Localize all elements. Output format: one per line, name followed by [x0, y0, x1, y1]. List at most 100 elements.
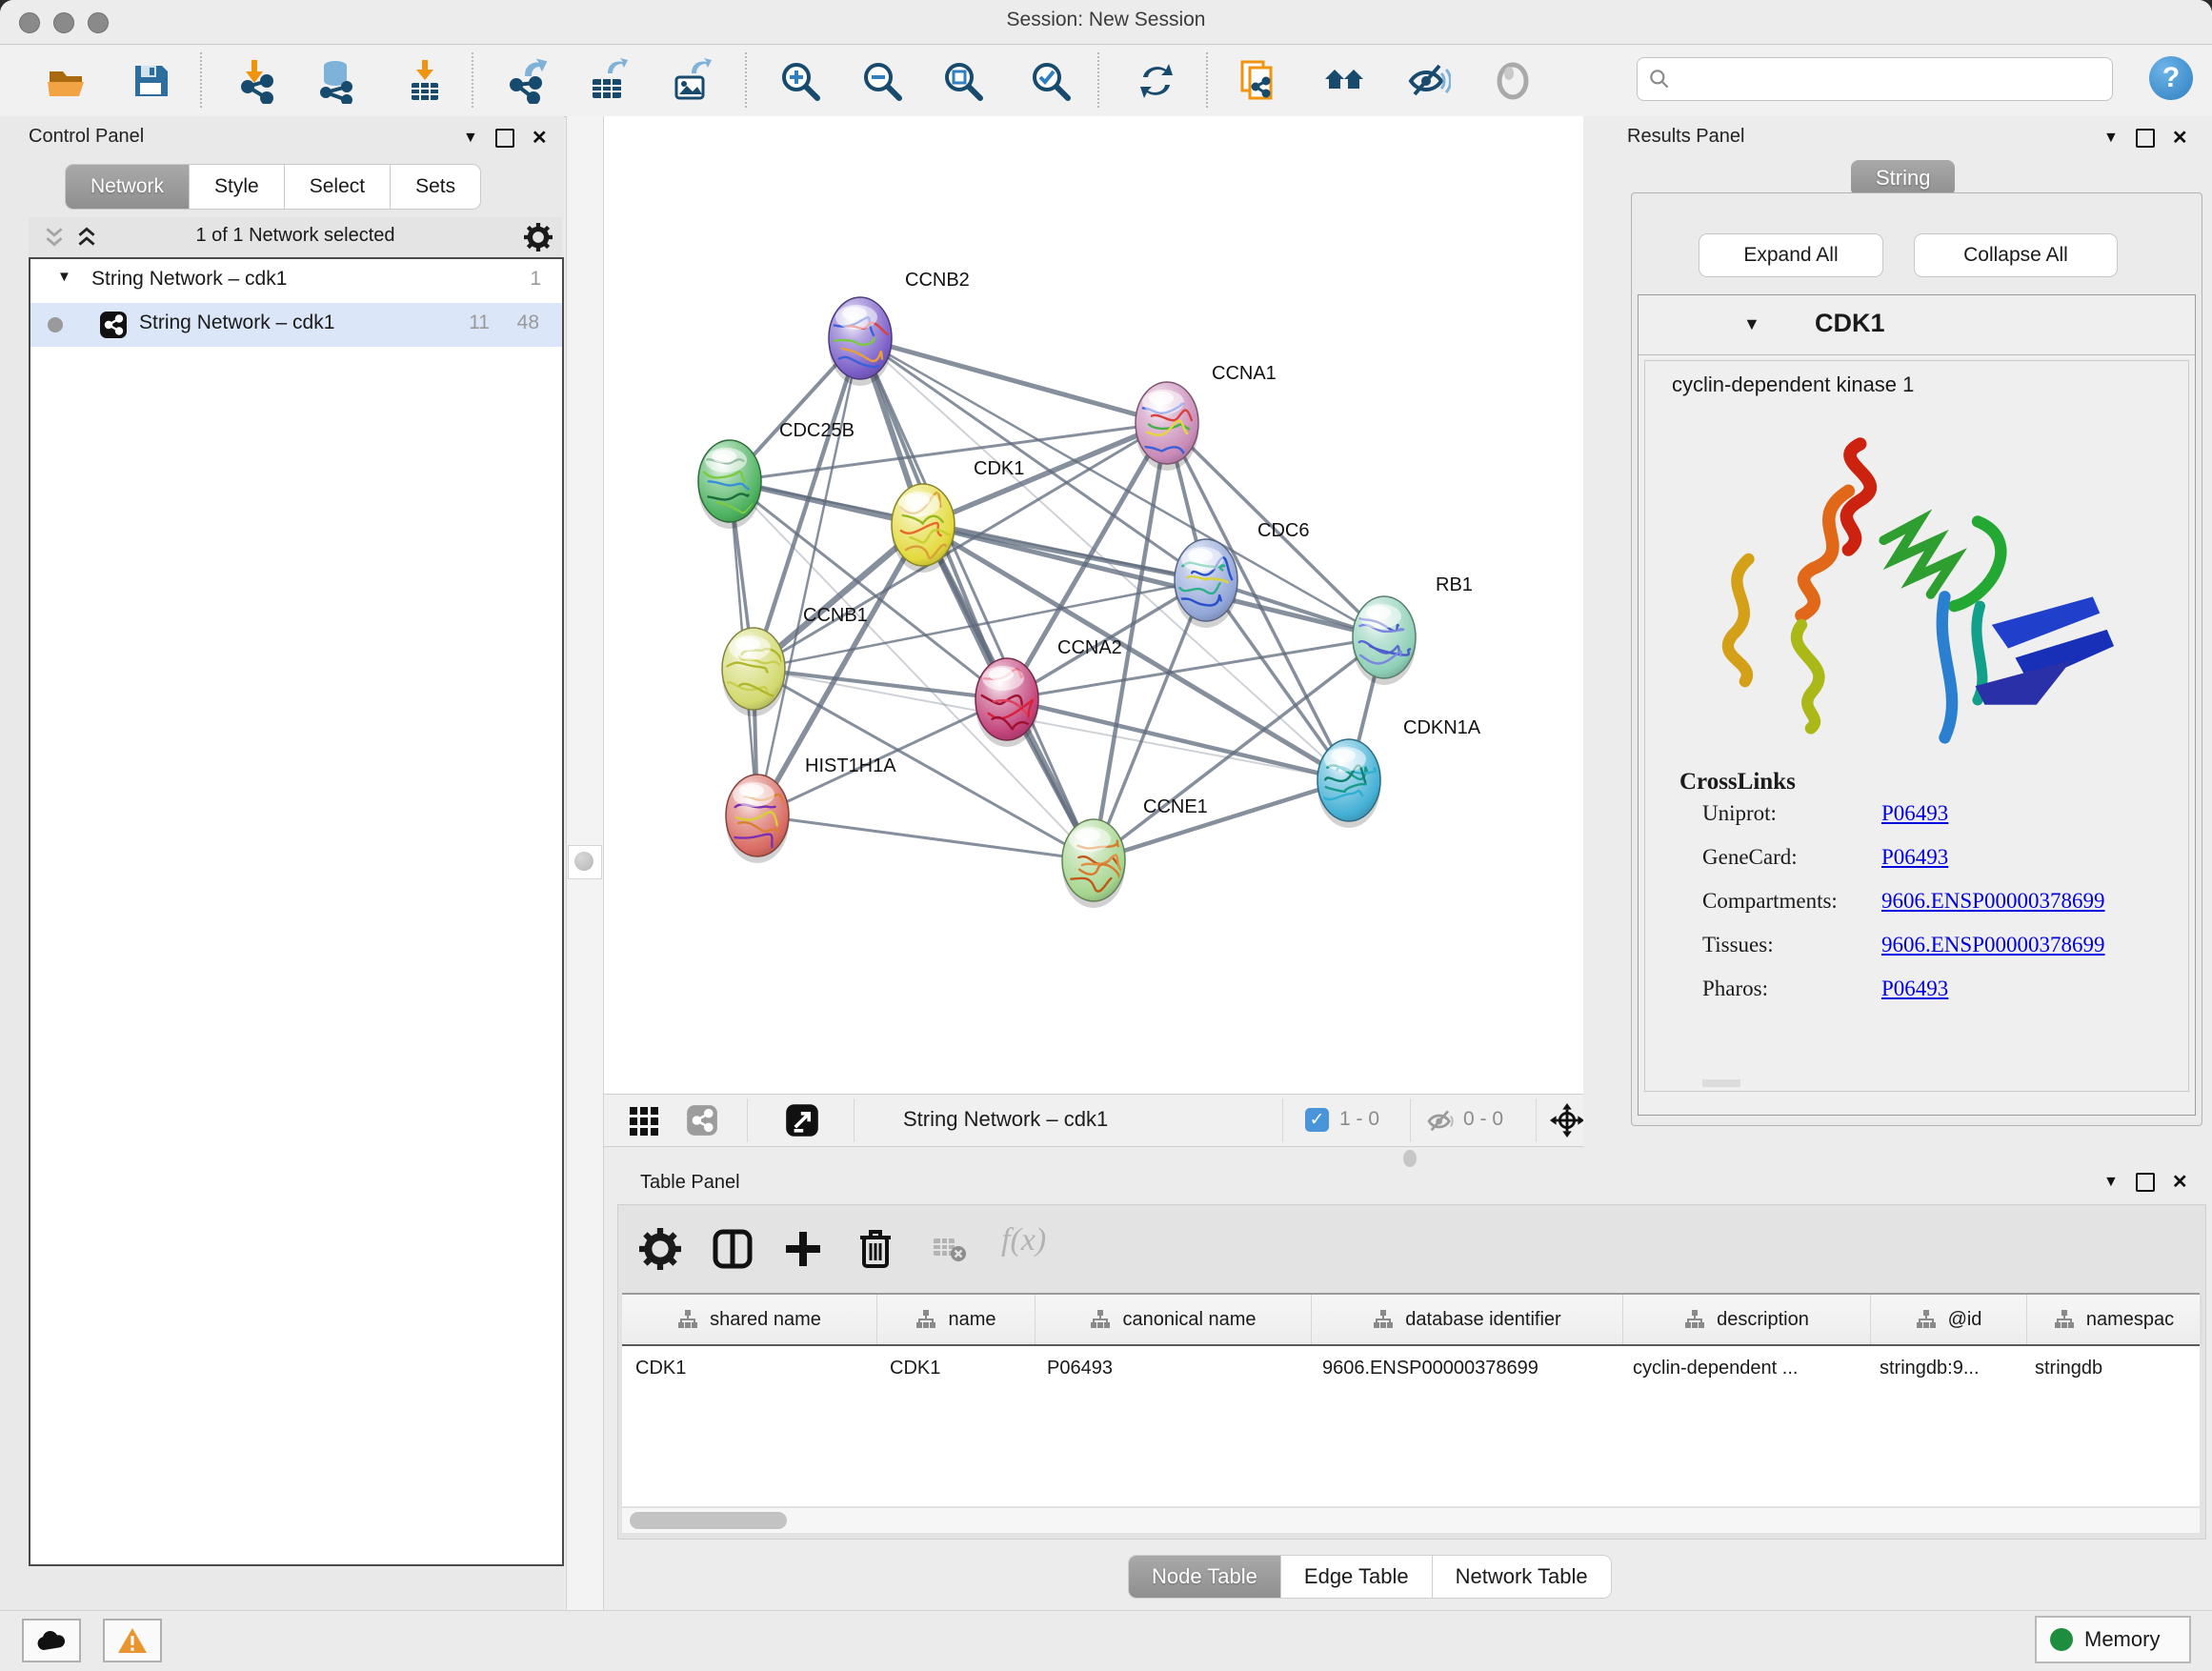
- show-columns-icon[interactable]: [712, 1228, 754, 1270]
- scrollbar-thumb[interactable]: [630, 1512, 787, 1529]
- search-input[interactable]: [1637, 57, 2113, 101]
- table-cell[interactable]: stringdb:9...: [1866, 1346, 2021, 1390]
- status-bar: Memory: [0, 1610, 2212, 1671]
- network-node-HIST1H1A[interactable]: HIST1H1A: [726, 755, 896, 863]
- apply-layout-icon[interactable]: [1134, 58, 1179, 104]
- help-button[interactable]: ?: [2149, 56, 2193, 100]
- selected-checkbox-icon[interactable]: ✓: [1305, 1108, 1329, 1132]
- network-options-gear-icon[interactable]: [524, 223, 553, 252]
- zoom-selected-icon[interactable]: [1028, 58, 1074, 104]
- delete-table-icon[interactable]: [933, 1236, 967, 1264]
- gene-section-header[interactable]: ▼ CDK1: [1639, 295, 2195, 355]
- float-panel-icon[interactable]: ▼: [463, 130, 478, 147]
- crosslink-link[interactable]: 9606.ENSP00000378699: [1881, 889, 2105, 914]
- crosslinks-title: CrossLinks: [1679, 769, 1796, 795]
- cloud-status-button[interactable]: [22, 1619, 81, 1662]
- table-cell[interactable]: P06493: [1034, 1346, 1309, 1390]
- crosslink-label: Compartments:: [1702, 889, 1838, 914]
- column-header-database-identifier[interactable]: database identifier: [1312, 1295, 1623, 1344]
- close-panel-icon[interactable]: ✕: [2172, 126, 2188, 150]
- open-in-new-window-icon[interactable]: [785, 1103, 819, 1137]
- column-header-canonical-name[interactable]: canonical name: [1036, 1295, 1312, 1344]
- network-node-CDKN1A[interactable]: CDKN1A: [1317, 717, 1481, 828]
- table-cell[interactable]: CDK1: [876, 1346, 1034, 1390]
- close-panel-icon[interactable]: ✕: [532, 126, 548, 150]
- float-panel-icon[interactable]: ▼: [2103, 1174, 2119, 1191]
- memory-button[interactable]: Memory: [2035, 1616, 2191, 1663]
- node-label-CCNE1: CCNE1: [1143, 796, 1208, 817]
- open-session-icon[interactable]: [44, 58, 90, 104]
- tab-string[interactable]: String: [1851, 160, 1955, 196]
- table-options-gear-icon[interactable]: [639, 1228, 681, 1270]
- export-image-icon[interactable]: [669, 58, 714, 104]
- export-network-icon[interactable]: [505, 58, 551, 104]
- hidden-eye-icon[interactable]: [1425, 1106, 1456, 1137]
- birdseye-crosshair-icon[interactable]: [1549, 1102, 1585, 1138]
- network-view-icon[interactable]: [686, 1104, 718, 1137]
- delete-column-icon[interactable]: [855, 1228, 896, 1270]
- table-h-scrollbar[interactable]: [622, 1507, 2200, 1533]
- export-table-icon[interactable]: [585, 58, 631, 104]
- bottom-splitter-handle[interactable]: [1403, 1150, 1417, 1167]
- crosslink-link[interactable]: P06493: [1881, 801, 1948, 826]
- crosslink-link[interactable]: P06493: [1881, 845, 1948, 870]
- save-session-icon[interactable]: [128, 58, 173, 104]
- network-collection-row[interactable]: ▼ String Network – cdk1 1: [30, 259, 562, 303]
- tab-edge-table[interactable]: Edge Table: [1281, 1555, 1433, 1599]
- hide-selected-icon[interactable]: [1405, 58, 1451, 104]
- import-table-icon[interactable]: [402, 58, 448, 104]
- left-splitter[interactable]: [566, 116, 604, 1610]
- table-cell[interactable]: stringdb: [2021, 1346, 2195, 1390]
- column-header-@id[interactable]: @id: [1871, 1295, 2027, 1344]
- column-header-shared-name[interactable]: shared name: [622, 1295, 877, 1344]
- expander-icon[interactable]: ▼: [57, 269, 71, 285]
- tab-sets[interactable]: Sets: [391, 164, 481, 210]
- column-header-name[interactable]: name: [877, 1295, 1036, 1344]
- crosslink-link[interactable]: P06493: [1881, 976, 1948, 1001]
- collection-name: String Network – cdk1: [91, 268, 287, 291]
- network-selector-bar: 1 of 1 Network selected: [29, 217, 562, 257]
- network-node-CCNB2[interactable]: CCNB2: [829, 270, 970, 386]
- maximize-panel-icon[interactable]: [2136, 1173, 2155, 1192]
- network-node-RB1[interactable]: RB1: [1353, 574, 1473, 685]
- network-node-CCNA1[interactable]: CCNA1: [1136, 363, 1277, 471]
- network-canvas[interactable]: CCNB2CCNA1CDC25BCDK1CDC6RB1CCNB1CCNA2CDK…: [604, 116, 1583, 1094]
- table-cell[interactable]: 9606.ENSP00000378699: [1309, 1346, 1619, 1390]
- tab-style[interactable]: Style: [190, 164, 285, 210]
- table-cell[interactable]: CDK1: [622, 1346, 876, 1390]
- crosslink-link[interactable]: 9606.ENSP00000378699: [1881, 933, 2105, 957]
- expand-all-button[interactable]: Expand All: [1699, 233, 1883, 277]
- maximize-panel-icon[interactable]: [2136, 129, 2155, 148]
- column-header-namespac[interactable]: namespac: [2027, 1295, 2202, 1344]
- maximize-panel-icon[interactable]: [495, 129, 514, 148]
- tab-select[interactable]: Select: [285, 164, 391, 210]
- tab-network[interactable]: Network: [65, 164, 190, 210]
- tab-node-table[interactable]: Node Table: [1128, 1555, 1281, 1599]
- results-scrollbar[interactable]: [1702, 1079, 1740, 1087]
- zoom-fit-icon[interactable]: [940, 58, 986, 104]
- show-all-icon[interactable]: [1490, 58, 1536, 104]
- create-column-icon[interactable]: [782, 1228, 824, 1270]
- column-header-description[interactable]: description: [1623, 1295, 1871, 1344]
- import-network-icon[interactable]: [234, 58, 280, 104]
- warnings-button[interactable]: [103, 1619, 162, 1662]
- crosslink-row: Pharos:P06493: [1645, 976, 2188, 1020]
- first-neighbors-icon[interactable]: [1321, 58, 1367, 104]
- collapse-all-button[interactable]: Collapse All: [1914, 233, 2118, 277]
- network-row[interactable]: String Network – cdk1 11 48: [30, 303, 562, 347]
- network-node-CCNE1[interactable]: CCNE1: [1062, 796, 1208, 908]
- memory-status-dot: [2050, 1628, 2073, 1651]
- zoom-in-icon[interactable]: [777, 58, 823, 104]
- close-panel-icon[interactable]: ✕: [2172, 1170, 2188, 1194]
- grid-view-icon[interactable]: [629, 1106, 659, 1137]
- tab-network-table[interactable]: Network Table: [1433, 1555, 1612, 1599]
- table-row[interactable]: CDK1CDK1P064939606.ENSP00000378699cyclin…: [622, 1346, 2200, 1390]
- float-panel-icon[interactable]: ▼: [2103, 130, 2119, 147]
- network-from-selection-icon[interactable]: [1237, 58, 1282, 104]
- left-splitter-handle[interactable]: [568, 845, 602, 879]
- zoom-out-icon[interactable]: [859, 58, 905, 104]
- table-cell[interactable]: cyclin-dependent ...: [1619, 1346, 1866, 1390]
- import-database-icon[interactable]: [314, 58, 360, 104]
- collapse-section-icon[interactable]: ▼: [1743, 314, 1760, 334]
- apply-function-icon[interactable]: f(x): [1001, 1222, 1087, 1264]
